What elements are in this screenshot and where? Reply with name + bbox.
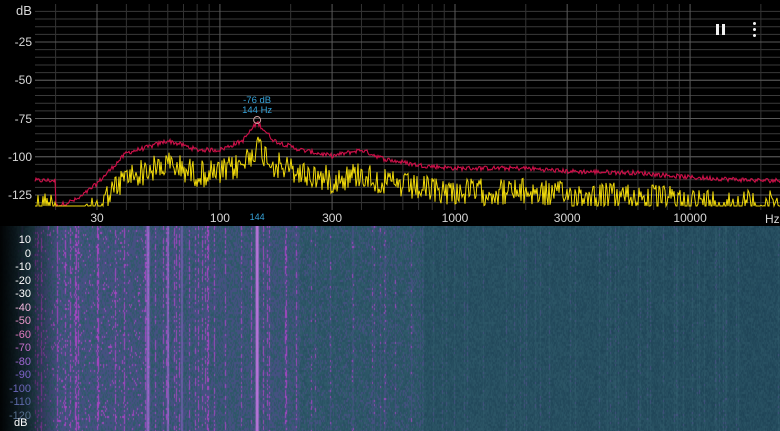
spectrogram-scale-label: 10	[18, 234, 31, 246]
spectrogram-scale-label: -20	[15, 274, 31, 287]
spectrogram-scale-label: -30	[15, 288, 31, 300]
x-tick-label: 10000	[673, 211, 707, 225]
spectrogram-scale-label: -10	[15, 261, 31, 273]
spectrogram-scale-label: -100	[8, 382, 31, 395]
x-tick-label: 30	[90, 211, 104, 225]
peak-hz-text: 144 Hz	[242, 105, 273, 117]
spectrogram-scale-label: 0	[24, 247, 31, 260]
more-vertical-icon-dot	[753, 34, 756, 37]
x-tick-label: 3000	[553, 211, 581, 225]
spectrogram-scale-label: -110	[9, 396, 31, 408]
y-tick-label: -100	[7, 149, 32, 164]
y-tick-label: -25	[14, 35, 32, 49]
spectrogram-scale-label: -50	[15, 315, 31, 327]
peak-frequency-tick: 144	[249, 212, 265, 222]
spectrum-analyzer-app: dB Hz -76 dB 144 Hz 144 -25 -50 -75 -100 -12…	[0, 0, 780, 431]
spectrogram-scale-label: -60	[15, 328, 31, 341]
spectrogram-scale-label: -70	[15, 342, 31, 354]
x-tick-label: 300	[322, 211, 343, 225]
pause-button[interactable]	[710, 18, 732, 42]
spectrum-plot[interactable]	[0, 0, 780, 226]
spectrogram-scale-label: -80	[15, 355, 31, 368]
spectrogram-scale-label: -90	[15, 369, 31, 381]
db-unit-label: dB	[16, 3, 32, 18]
pause-icon	[716, 24, 719, 35]
more-vertical-icon-dot	[753, 28, 756, 31]
y-tick-label: -125	[7, 188, 32, 202]
peak-readout: -76 dB 144 Hz	[242, 96, 272, 116]
x-tick-label: 100	[209, 211, 230, 225]
spectrogram-scale-label: -40	[15, 301, 31, 314]
hz-unit-label: Hz	[765, 212, 780, 226]
x-tick-label: 1000	[441, 211, 469, 225]
more-options-button[interactable]	[744, 18, 766, 42]
pause-icon-bar	[722, 24, 725, 35]
more-vertical-icon	[753, 22, 756, 25]
y-tick-label: -75	[14, 111, 32, 126]
y-tick-label: -50	[14, 73, 32, 88]
spectrogram-waterfall[interactable]	[0, 226, 780, 431]
spectrogram-db-unit: dB	[14, 417, 28, 429]
